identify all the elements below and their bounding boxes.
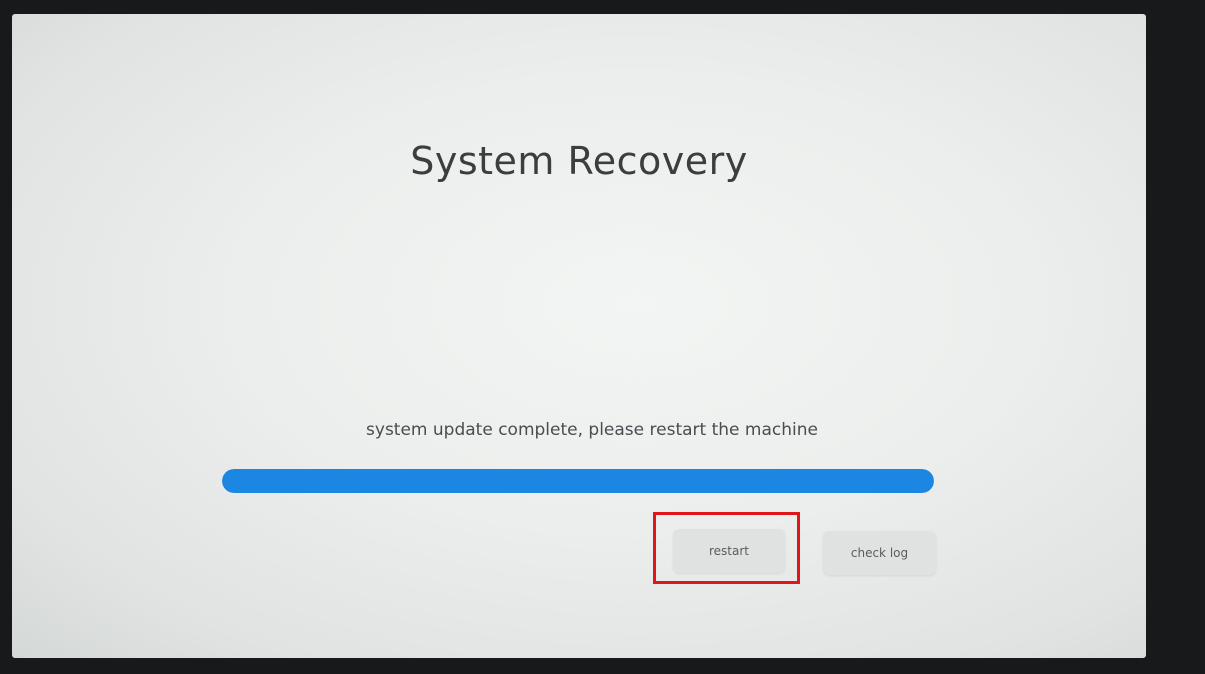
recovery-screen: System Recovery system update complete, … — [12, 14, 1146, 658]
status-message: system update complete, please restart t… — [366, 420, 818, 440]
page-title: System Recovery — [410, 139, 748, 183]
restart-button[interactable]: restart — [673, 529, 785, 573]
monitor-bezel: System Recovery system update complete, … — [0, 0, 1205, 674]
progress-bar-fill — [222, 469, 934, 493]
progress-bar — [222, 469, 934, 493]
check-log-button[interactable]: check log — [823, 531, 936, 575]
